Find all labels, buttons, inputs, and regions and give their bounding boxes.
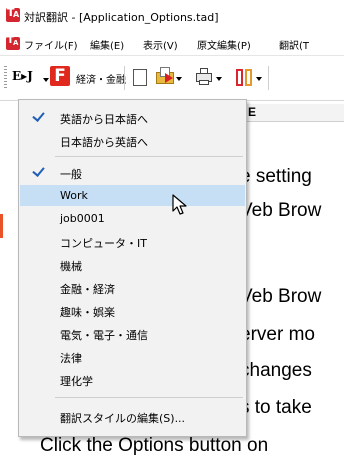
document-line: s to take bbox=[240, 397, 312, 418]
document-line: e setting bbox=[240, 166, 312, 187]
title-bar: 対訳翻訳 - [Application_Options.tad] bbox=[0, 0, 344, 31]
open-file-icon[interactable] bbox=[156, 64, 182, 90]
menu-item-job0001[interactable]: job0001 bbox=[20, 208, 245, 229]
menu-item-computer-it[interactable]: コンピュータ・IT bbox=[20, 231, 245, 252]
row-marker bbox=[0, 214, 3, 238]
document-line: changes bbox=[240, 360, 312, 381]
pane-left-icon bbox=[236, 69, 243, 86]
menu-item-label: Work bbox=[60, 189, 88, 202]
menu-item-machinery[interactable]: 機械 bbox=[20, 254, 245, 275]
mouse-pointer-icon bbox=[172, 194, 187, 215]
menu-item-en-to-ja[interactable]: 英語から日本語へ bbox=[20, 107, 245, 128]
chevron-down-icon[interactable] bbox=[216, 77, 222, 81]
menu-item-label: 理化学 bbox=[60, 375, 93, 388]
menu-view[interactable]: 表示(V) bbox=[143, 37, 178, 52]
menu-item-label: 機械 bbox=[60, 260, 82, 273]
menu-item-label: 趣味・娯楽 bbox=[60, 306, 115, 319]
menu-item-electrical[interactable]: 電気・電子・通信 bbox=[20, 323, 245, 344]
menu-item-finance-economy[interactable]: 金融・経済 bbox=[20, 277, 245, 298]
menu-item-law[interactable]: 法律 bbox=[20, 346, 245, 367]
menu-item-label: 法律 bbox=[60, 352, 82, 365]
toolbar-grip[interactable] bbox=[4, 66, 7, 90]
chevron-down-icon[interactable] bbox=[256, 77, 262, 81]
document-gutter bbox=[0, 102, 20, 462]
chevron-down-icon[interactable] bbox=[176, 77, 182, 81]
menu-item-label: 英語から日本語へ bbox=[60, 113, 148, 126]
menu-item-general[interactable]: 一般 bbox=[20, 162, 245, 183]
menu-item-label: 日本語から英語へ bbox=[60, 136, 148, 149]
window-title: 対訳翻訳 - [Application_Options.tad] bbox=[24, 11, 219, 24]
menu-item-ja-to-en[interactable]: 日本語から英語へ bbox=[20, 130, 245, 151]
toolbar-separator bbox=[124, 66, 125, 90]
direction-label: E▸J bbox=[12, 69, 33, 83]
app-logo-icon bbox=[6, 6, 20, 22]
menu-item-science[interactable]: 理化学 bbox=[20, 369, 245, 390]
menu-source-edit[interactable]: 原文編集(P) bbox=[197, 37, 251, 52]
new-document-icon[interactable] bbox=[130, 64, 148, 90]
menu-bar: ファイル(F) 編集(E) 表示(V) 原文編集(P) 翻訳(T bbox=[0, 31, 344, 56]
document-line: Click the Options button on bbox=[40, 435, 269, 456]
translation-direction-dropdown: 英語から日本語へ 日本語から英語へ 一般 Work job0001 コンピュータ… bbox=[18, 99, 247, 437]
menu-edit[interactable]: 編集(E) bbox=[90, 37, 124, 52]
menu-item-label: コンピュータ・IT bbox=[60, 237, 147, 250]
menu-item-work[interactable]: Work bbox=[20, 185, 245, 206]
menu-item-label: 翻訳スタイルの編集(S)... bbox=[60, 412, 186, 425]
menu-item-label: 一般 bbox=[60, 168, 82, 181]
printer-output-icon bbox=[199, 80, 209, 85]
toolbar: E▸J F 経済・金融 bbox=[0, 56, 344, 101]
check-icon bbox=[32, 165, 46, 177]
menu-file[interactable]: ファイル(F) bbox=[24, 37, 78, 52]
field-icon: F bbox=[50, 66, 70, 86]
field-selector-button[interactable]: F bbox=[48, 64, 72, 88]
document-line: erver mo bbox=[240, 324, 315, 345]
menu-item-hobbies[interactable]: 趣味・娯楽 bbox=[20, 300, 245, 321]
menu-item-label: 電気・電子・通信 bbox=[60, 329, 148, 342]
menu-item-label: job0001 bbox=[60, 212, 105, 225]
menu-translate[interactable]: 翻訳(T bbox=[279, 37, 309, 52]
print-icon[interactable] bbox=[196, 64, 222, 90]
column-header: E bbox=[240, 104, 344, 122]
translation-direction-button[interactable]: E▸J bbox=[10, 64, 49, 90]
document-line: Veb Brow bbox=[240, 200, 322, 221]
menu-item-edit-style[interactable]: 翻訳スタイルの編集(S)... bbox=[20, 406, 245, 427]
red-arrow-icon bbox=[165, 73, 173, 83]
split-view-icon[interactable] bbox=[236, 64, 262, 90]
menu-item-label: 金融・経済 bbox=[60, 283, 115, 296]
pane-right-icon bbox=[245, 69, 252, 86]
menu-separator bbox=[55, 156, 243, 157]
toolbar-separator bbox=[268, 66, 269, 90]
document-icon[interactable] bbox=[6, 35, 20, 50]
menu-separator bbox=[55, 397, 243, 398]
document-line: Veb Brow bbox=[240, 286, 322, 307]
field-label[interactable]: 経済・金融 bbox=[76, 71, 126, 86]
column-header-label: E bbox=[248, 105, 257, 119]
check-icon bbox=[32, 110, 46, 122]
